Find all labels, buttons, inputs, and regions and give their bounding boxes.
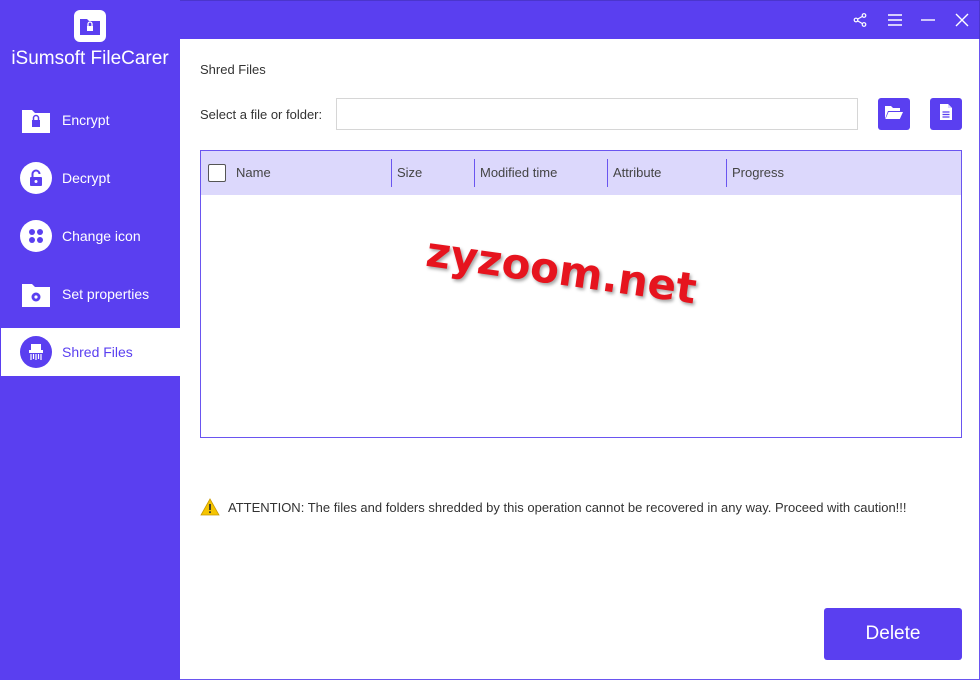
column-divider: [474, 159, 475, 187]
sidebar-item-shred-files[interactable]: Shred Files: [1, 328, 180, 376]
sidebar: iSumsoft FileCarer Encrypt Decrypt Chang…: [0, 0, 180, 680]
sidebar-nav: Encrypt Decrypt Change icon Set properti…: [0, 91, 180, 376]
menu-icon[interactable]: [884, 9, 906, 31]
share-icon[interactable]: [849, 9, 871, 31]
attention-text: ATTENTION: The files and folders shredde…: [228, 499, 907, 515]
sidebar-item-label: Change icon: [62, 228, 141, 244]
minimize-icon[interactable]: [917, 9, 939, 31]
sidebar-item-label: Decrypt: [62, 170, 111, 186]
folder-gear-icon: [20, 278, 52, 310]
select-all-checkbox[interactable]: [208, 164, 226, 182]
title-bar: [180, 0, 980, 39]
sidebar-item-decrypt[interactable]: Decrypt: [0, 149, 180, 207]
select-file-label: Select a file or folder:: [200, 107, 323, 122]
sidebar-item-label: Set properties: [62, 286, 150, 302]
column-divider: [607, 159, 608, 187]
column-header-modified-time[interactable]: Modified time: [480, 151, 557, 195]
grid-icon: [20, 220, 52, 252]
sidebar-item-label: Encrypt: [62, 112, 110, 128]
sidebar-item-set-properties[interactable]: Set properties: [0, 265, 180, 323]
main-panel: Shred Files Select a file or folder: Nam…: [180, 39, 980, 680]
file-icon: [939, 103, 953, 126]
column-divider: [391, 159, 392, 187]
folder-lock-icon: [20, 104, 52, 136]
file-path-input[interactable]: [336, 98, 858, 130]
warning-icon: [200, 498, 220, 516]
delete-button[interactable]: Delete: [824, 608, 962, 660]
app-logo-icon: [74, 10, 106, 42]
page-title: Shred Files: [200, 62, 266, 77]
close-icon[interactable]: [951, 9, 973, 31]
folder-open-icon: [884, 104, 904, 125]
sidebar-item-change-icon[interactable]: Change icon: [0, 207, 180, 265]
unlock-icon: [20, 162, 52, 194]
column-header-name[interactable]: Name: [236, 151, 271, 195]
shredder-icon: [20, 336, 52, 368]
app-title: iSumsoft FileCarer: [11, 48, 169, 69]
sidebar-item-encrypt[interactable]: Encrypt: [0, 91, 180, 149]
open-file-button[interactable]: [930, 98, 962, 130]
sidebar-item-label: Shred Files: [62, 344, 133, 360]
column-header-size[interactable]: Size: [397, 151, 422, 195]
open-folder-button[interactable]: [878, 98, 910, 130]
column-divider: [726, 159, 727, 187]
attention-message: ATTENTION: The files and folders shredde…: [200, 498, 907, 516]
column-header-attribute[interactable]: Attribute: [613, 151, 661, 195]
table-header: Name Size Modified time Attribute Progre…: [201, 151, 961, 195]
column-header-progress[interactable]: Progress: [732, 151, 784, 195]
